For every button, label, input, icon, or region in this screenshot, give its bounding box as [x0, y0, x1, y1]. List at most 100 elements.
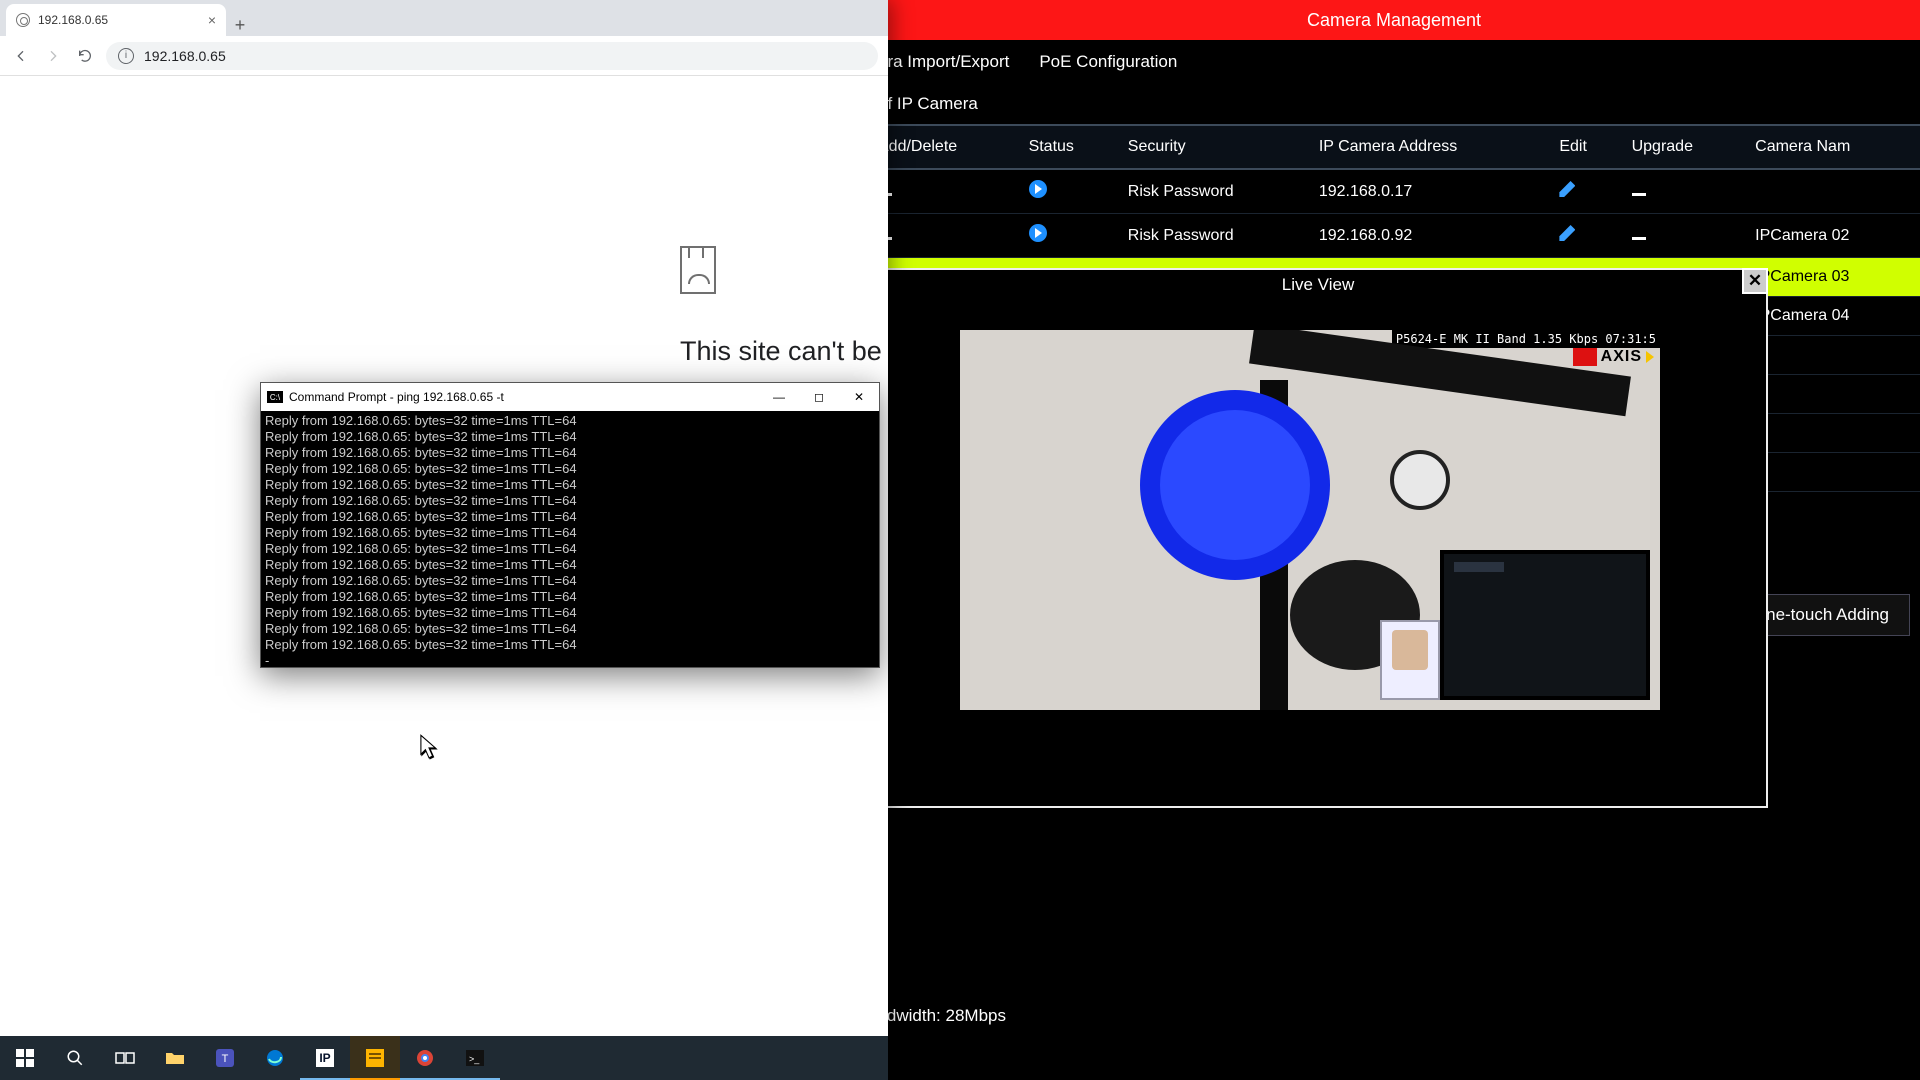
cmd-line: Reply from 192.168.0.65: bytes=32 time=1… [265, 573, 875, 589]
cell-name [1745, 453, 1920, 492]
nvr-subtitle: of IP Camera [868, 84, 1920, 124]
axis-logo-tri [1646, 351, 1654, 363]
cmd-icon: C:\ [267, 391, 283, 403]
live-view-feed[interactable]: P5624-E MK II Band 1.35 Kbps 07:31:5 AXI… [960, 330, 1660, 710]
col-edit[interactable]: Edit [1549, 125, 1621, 169]
cmd-output[interactable]: Reply from 192.168.0.65: bytes=32 time=1… [261, 411, 879, 671]
taskbar: T IP >_ [0, 1036, 888, 1080]
svg-text:T: T [222, 1053, 229, 1065]
forward-button[interactable] [42, 45, 64, 67]
browser-tab[interactable]: 192.168.0.65 × [6, 4, 226, 36]
nvr-tabstrip: era Import/Export PoE Configuration [868, 40, 1920, 84]
table-row[interactable]: Risk Password192.168.0.17 [868, 169, 1920, 214]
tab-poe[interactable]: PoE Configuration [1039, 52, 1177, 72]
cmd-line: Reply from 192.168.0.65: bytes=32 time=1… [265, 637, 875, 653]
bandwidth-label: andwidth: 28Mbps [868, 1006, 1006, 1026]
cmd-line: Reply from 192.168.0.65: bytes=32 time=1… [265, 493, 875, 509]
address-bar[interactable]: i 192.168.0.65 [106, 42, 878, 70]
live-view-title: Live View ✕ [870, 270, 1766, 300]
taskbar-search[interactable] [50, 1036, 100, 1080]
taskbar-taskview[interactable] [100, 1036, 150, 1080]
cell-name [1745, 375, 1920, 414]
cell-address: 192.168.0.17 [1309, 169, 1550, 214]
svg-text:>_: >_ [469, 1054, 480, 1064]
cmd-title: Command Prompt - ping 192.168.0.65 -t [289, 390, 504, 404]
taskbar-chrome[interactable] [400, 1036, 450, 1080]
nvr-title: Camera Management [868, 0, 1920, 40]
close-icon[interactable]: × [208, 12, 216, 28]
cmd-line: Reply from 192.168.0.65: bytes=32 time=1… [265, 461, 875, 477]
cmd-line: Reply from 192.168.0.65: bytes=32 time=1… [265, 621, 875, 637]
cmd-line: Reply from 192.168.0.65: bytes=32 time=1… [265, 429, 875, 445]
cmd-line: Reply from 192.168.0.65: bytes=32 time=1… [265, 413, 875, 429]
minimize-button[interactable]: — [759, 383, 799, 411]
cmd-line: Reply from 192.168.0.65: bytes=32 time=1… [265, 445, 875, 461]
site-info-icon[interactable]: i [118, 48, 134, 64]
cmd-line: Reply from 192.168.0.65: bytes=32 time=1… [265, 525, 875, 541]
nvr-app: Camera Management era Import/Export PoE … [868, 0, 1920, 1036]
axis-logo: AXIS [1573, 348, 1654, 366]
cell-name: IPCamera 04 [1745, 297, 1920, 336]
taskbar-notes[interactable] [350, 1036, 400, 1080]
cell-security: Risk Password [1118, 169, 1309, 214]
cmd-line: Reply from 192.168.0.65: bytes=32 time=1… [265, 541, 875, 557]
browser-tabstrip: 192.168.0.65 × + [0, 0, 888, 36]
browser-toolbar: i 192.168.0.65 [0, 36, 888, 76]
upgrade-minus-icon [1632, 193, 1646, 196]
cell-name: IPCamera 02 [1745, 214, 1920, 258]
cmd-line: Reply from 192.168.0.65: bytes=32 time=1… [265, 477, 875, 493]
scene-monitor [1440, 550, 1650, 700]
cell-name [1745, 414, 1920, 453]
col-security[interactable]: Security [1118, 125, 1309, 169]
upgrade-minus-icon [1632, 237, 1646, 240]
error-heading: This site can't be [680, 336, 882, 367]
globe-icon [16, 13, 30, 27]
maximize-button[interactable]: ◻ [799, 383, 839, 411]
reload-button[interactable] [74, 45, 96, 67]
cmd-titlebar[interactable]: C:\ Command Prompt - ping 192.168.0.65 -… [261, 383, 879, 411]
col-status[interactable]: Status [1019, 125, 1118, 169]
cmd-caret: - [265, 653, 875, 669]
cell-name [1745, 336, 1920, 375]
play-icon[interactable] [1029, 224, 1047, 242]
table-row[interactable]: Risk Password192.168.0.92 IPCamera 02 [868, 214, 1920, 258]
scene-id-photo [1392, 630, 1428, 670]
command-prompt-window[interactable]: C:\ Command Prompt - ping 192.168.0.65 -… [260, 382, 880, 668]
taskbar-edge[interactable] [250, 1036, 300, 1080]
axis-logo-mark [1573, 348, 1597, 366]
sad-page-icon [680, 246, 716, 294]
cell-security: Risk Password [1118, 214, 1309, 258]
taskbar-ip-tool[interactable]: IP [300, 1036, 350, 1080]
edit-icon[interactable] [1559, 181, 1575, 197]
cmd-line: Reply from 192.168.0.65: bytes=32 time=1… [265, 605, 875, 621]
axis-logo-text: AXIS [1601, 348, 1642, 366]
play-icon[interactable] [1029, 180, 1047, 198]
live-view-title-text: Live View [1282, 275, 1354, 295]
cmd-line: Reply from 192.168.0.65: bytes=32 time=1… [265, 589, 875, 605]
cell-name: IPCamera 03 [1745, 258, 1920, 297]
cell-address: 192.168.0.92 [1309, 214, 1550, 258]
live-view-popup: Live View ✕ P5624-E MK II Band 1.35 Kbps… [868, 268, 1768, 808]
edit-icon[interactable] [1559, 225, 1575, 241]
close-button[interactable]: ✕ [839, 383, 879, 411]
url-text: 192.168.0.65 [144, 48, 226, 64]
col-name[interactable]: Camera Nam [1745, 125, 1920, 169]
taskbar-teams[interactable]: T [200, 1036, 250, 1080]
taskbar-cmd[interactable]: >_ [450, 1036, 500, 1080]
col-add-delete[interactable]: Add/Delete [868, 125, 1019, 169]
cmd-line: Reply from 192.168.0.65: bytes=32 time=1… [265, 509, 875, 525]
taskbar-file-explorer[interactable] [150, 1036, 200, 1080]
new-tab-button[interactable]: + [226, 15, 254, 36]
tab-title: 192.168.0.65 [38, 13, 108, 27]
cmd-line: Reply from 192.168.0.65: bytes=32 time=1… [265, 557, 875, 573]
camera-osd: P5624-E MK II Band 1.35 Kbps 07:31:5 [1392, 330, 1660, 348]
scene-shape [1160, 410, 1310, 560]
col-address[interactable]: IP Camera Address [1309, 125, 1550, 169]
mouse-cursor [420, 734, 438, 760]
close-icon[interactable]: ✕ [1742, 268, 1768, 294]
scene-ptz-camera [1390, 450, 1450, 510]
back-button[interactable] [10, 45, 32, 67]
tab-import-export[interactable]: era Import/Export [878, 52, 1009, 72]
taskbar-start[interactable] [0, 1036, 50, 1080]
col-upgrade[interactable]: Upgrade [1622, 125, 1746, 169]
